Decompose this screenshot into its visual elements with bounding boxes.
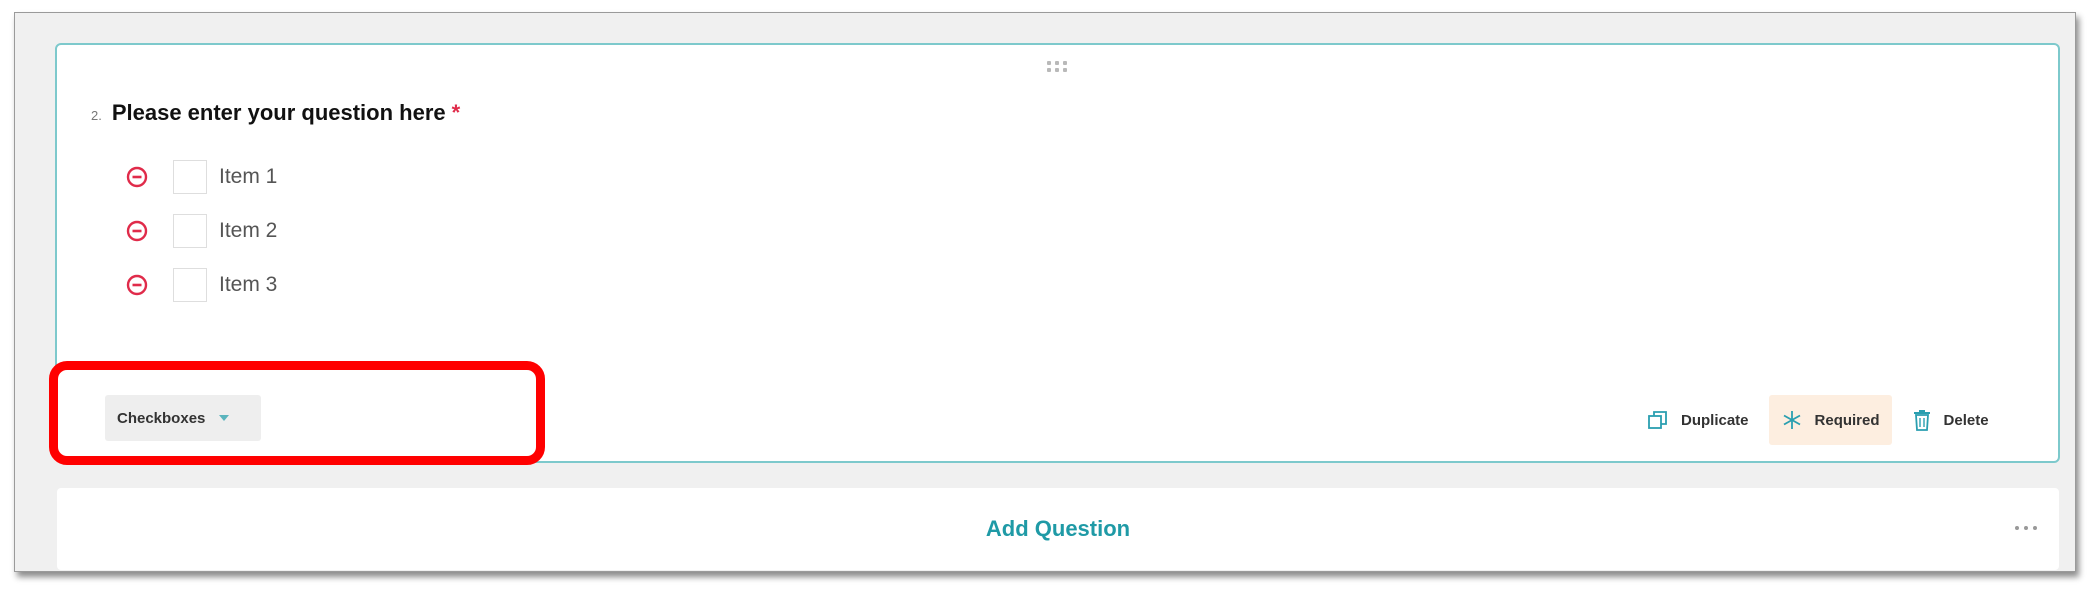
option-label[interactable]: Item 1: [219, 165, 277, 189]
add-question-label[interactable]: Add Question: [986, 516, 1130, 541]
more-horizontal-icon[interactable]: [2015, 526, 2037, 530]
question-title[interactable]: 2. Please enter your question here *: [91, 100, 460, 126]
option-checkbox[interactable]: [173, 268, 207, 302]
option-row: Item 3: [125, 265, 277, 305]
option-row: Item 2: [125, 211, 277, 251]
chevron-down-icon: [219, 415, 230, 421]
question-type-dropdown[interactable]: Checkboxes: [105, 395, 261, 441]
drag-handle-icon[interactable]: [1047, 61, 1071, 73]
trash-icon: [1913, 410, 1930, 431]
minus-circle-icon[interactable]: [125, 273, 149, 297]
question-text[interactable]: Please enter your question here: [112, 100, 446, 125]
option-checkbox[interactable]: [173, 214, 207, 248]
option-label[interactable]: Item 3: [219, 273, 277, 297]
question-type-label: Checkboxes: [117, 409, 206, 427]
asterisk-icon: [1783, 411, 1800, 429]
duplicate-button[interactable]: Duplicate: [1635, 395, 1761, 445]
duplicate-label: Duplicate: [1681, 411, 1749, 429]
delete-button[interactable]: Delete: [1900, 395, 2001, 445]
question-actions: Duplicate Required Delete: [1627, 393, 2001, 447]
option-label[interactable]: Item 2: [219, 219, 277, 243]
option-row: Item 1: [125, 157, 277, 197]
option-checkbox[interactable]: [173, 160, 207, 194]
question-number: 2.: [91, 108, 102, 123]
required-toggle[interactable]: Required: [1768, 395, 1892, 445]
required-label: Required: [1814, 411, 1880, 429]
delete-label: Delete: [1943, 411, 1989, 429]
required-asterisk: *: [451, 100, 461, 125]
add-question-button[interactable]: Add Question: [57, 516, 2059, 542]
add-question-bar: Add Question: [57, 488, 2059, 570]
form-builder-frame: 2. Please enter your question here * Item …: [14, 12, 2076, 572]
copy-icon: [1648, 411, 1667, 429]
minus-circle-icon[interactable]: [125, 219, 149, 243]
minus-circle-icon[interactable]: [125, 165, 149, 189]
question-card: 2. Please enter your question here * Item …: [55, 43, 2060, 463]
